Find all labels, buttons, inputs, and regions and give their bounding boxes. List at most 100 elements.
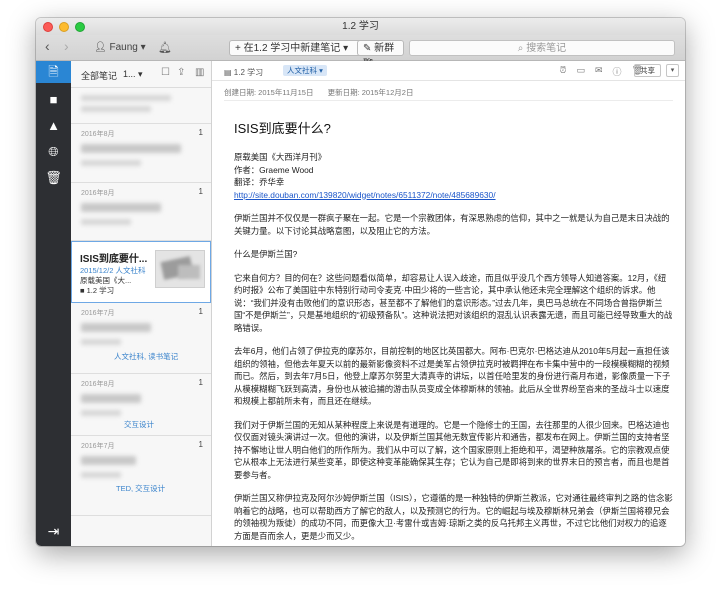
list-item[interactable]: 2016年7月 1 TED, 交互设计 [71, 436, 211, 516]
author-line: 作者：Graeme Wood [234, 164, 314, 175]
close-window-button[interactable] [43, 22, 53, 32]
work-chat-icon[interactable]: ✉ [595, 65, 603, 78]
list-item[interactable]: 2016年8月 1 交互设计 [71, 374, 211, 436]
note-date: 2016年7月 [81, 443, 115, 450]
tag-chip[interactable]: 人文社科 ▾ [283, 65, 327, 76]
notebook-selector[interactable]: ▤ 1.2 学习 [224, 67, 263, 78]
back-button[interactable]: ‹ [45, 39, 50, 55]
share-button[interactable]: 共享 [634, 64, 661, 77]
blurred-title [81, 456, 136, 465]
info-icon[interactable]: ⓘ [613, 65, 622, 78]
lock-icon[interactable]: ☐ [161, 67, 170, 78]
shared-icon[interactable]: 🌐︎ [36, 141, 71, 163]
search-placeholder: 搜索笔记 [526, 43, 567, 54]
note-list: 全部笔记 1... ▾ ☐ ⇪ ▥ 2016年8月 1 2016年8月 1 IS… [71, 61, 212, 546]
notes-filter[interactable]: 全部笔记 [81, 69, 117, 82]
source-link[interactable]: http://site.douban.com/139820/widget/not… [234, 190, 496, 200]
list-item[interactable]: 2016年8月 1 [71, 124, 211, 183]
note-dates: 创建日期: 2015年11月15日 更新日期: 2015年12月2日 [224, 87, 413, 98]
note-tags: 人文社科, 读书笔记 [114, 352, 179, 361]
note-tags: 交互设计 [124, 420, 154, 429]
list-item[interactable]: 2016年7月 1 人文社科, 读书笔记 [71, 303, 211, 374]
note-title: ISIS到底要什... [80, 254, 148, 265]
note-date: 2016年8月 [81, 381, 115, 388]
tag-icon[interactable]: ▲ [36, 115, 71, 137]
note-snippet: 原载美国《大... [80, 276, 132, 285]
window-controls [43, 22, 85, 32]
updated-date: 更新日期: 2015年12月2日 [327, 88, 414, 97]
blurred-text [81, 106, 151, 112]
new-note-button[interactable]: + 在1.2 学习中新建笔记 ▾ [229, 40, 364, 56]
present-icon[interactable]: ▭ [576, 65, 585, 78]
notes-count[interactable]: 1... ▾ [123, 69, 143, 80]
chat-icon: ✎ [363, 43, 372, 54]
note-list-header: 全部笔记 1... ▾ ☐ ⇪ ▥ [71, 61, 211, 88]
paragraph: 我们对于伊斯兰国的无知从某种程度上来说是有道理的。它是一个隐修士的王国，去往那里… [234, 419, 670, 480]
blurred-text [81, 339, 121, 345]
forward-button[interactable]: › [64, 39, 69, 55]
blurred-title [81, 203, 161, 212]
bell-icon[interactable]: 🔔︎ [158, 40, 172, 56]
note-notebook: 1.2 学习 [86, 286, 115, 295]
paragraph: 伊斯兰国又称伊拉克及阿尔沙姆伊斯兰国（ISIS），它遵循的是一种独特的伊斯兰教派… [234, 493, 673, 541]
list-item[interactable] [71, 88, 211, 124]
minimize-window-button[interactable] [59, 22, 69, 32]
note-date: 2016年8月 [81, 190, 115, 197]
created-date: 创建日期: 2015年11月15日 [224, 88, 314, 97]
note-body[interactable]: ISIS到底要什么? 原载美国《大西洋月刊》 作者：Graeme Wood 翻译… [234, 112, 674, 546]
list-item[interactable]: 2016年8月 1 [71, 183, 211, 241]
notes-icon[interactable]: 🗎︎ [36, 61, 71, 83]
trash-icon[interactable]: 🗑︎ [36, 167, 71, 189]
search-icon: ⌕ [517, 43, 524, 54]
paragraph: 伊斯兰国并不仅仅是一群疯子聚在一起。它是一个宗教团体，有深思熟虑的信仰，其中之一… [234, 213, 670, 236]
note-count: 1 [198, 187, 203, 196]
window-title: 1.2 学习 [342, 21, 379, 32]
note-count: 1 [198, 128, 203, 137]
paragraph: 什么是伊斯兰国? [234, 249, 298, 259]
zoom-window-button[interactable] [75, 22, 85, 32]
note-tags: TED, 交互设计 [116, 484, 166, 493]
share-icon[interactable]: ⇪ [177, 67, 185, 78]
title-bar: 1.2 学习 [36, 18, 685, 35]
note-date: 2015/12/2 [80, 266, 114, 275]
list-item-selected[interactable]: ISIS到底要什... 2015/12/2 人文社科 原载美国《大... ■ 1… [71, 241, 211, 303]
toolbar: ‹ › 👤︎ Faung ▾ 🔔︎ + 在1.2 学习中新建笔记 ▾ ✎ 新群聊… [36, 35, 685, 70]
account-name: Faung ▾ [109, 42, 146, 53]
reminder-icon[interactable]: ⏰︎ [559, 65, 566, 78]
note-date: 2016年7月 [81, 310, 115, 317]
note-count: 1 [198, 440, 203, 449]
note-tag: 人文社科 [115, 266, 146, 275]
account-menu[interactable]: 👤︎ Faung ▾ [94, 40, 146, 56]
blurred-title [81, 323, 151, 332]
editor-header: ▤ 1.2 学习 人文社科 ▾ ⏰︎ ▭ ✉ ⓘ 🗑︎ 共享 ▾ [212, 61, 685, 81]
note-heading[interactable]: ISIS到底要什么? [234, 121, 674, 137]
notebook-icon[interactable]: ■ [36, 89, 71, 111]
notebook-name: 1.2 学习 [233, 68, 264, 77]
note-thumbnail [155, 250, 205, 288]
blurred-text [81, 95, 171, 101]
paragraph: 去年6月，他们占领了伊拉克的摩苏尔，目前控制的地区比英国都大。阿布·巴克尔·巴格… [234, 346, 671, 406]
layout-toggle-icon[interactable]: ▥ [195, 67, 204, 78]
editor-actions: ⏰︎ ▭ ✉ ⓘ 🗑︎ [559, 65, 643, 78]
notebook-icon: ■ [80, 286, 85, 295]
app-window: 1.2 学习 ‹ › 👤︎ Faung ▾ 🔔︎ + 在1.2 学习中新建笔记 … [36, 18, 685, 546]
notebook-icon: ▤ [224, 68, 232, 77]
paragraph: 它来自何方？目的何在？这些问题看似简单，却容易让人误入歧途，而且似乎没几个西方领… [234, 272, 673, 333]
note-meta: 2015/12/2 人文社科 原载美国《大... ■ 1.2 学习 [80, 266, 150, 296]
note-count: 1 [198, 378, 203, 387]
search-input[interactable]: ⌕ 搜索笔记 [409, 40, 675, 56]
sync-icon[interactable]: ⇥ [36, 523, 71, 540]
source-line: 原载美国《大西洋月刊》 [234, 152, 327, 162]
share-menu-button[interactable]: ▾ [666, 64, 679, 77]
new-chat-button[interactable]: ✎ 新群聊 [357, 40, 404, 70]
note-count: 1 [198, 307, 203, 316]
note-editor: ▤ 1.2 学习 人文社科 ▾ ⏰︎ ▭ ✉ ⓘ 🗑︎ 共享 ▾ 创建日期: 2… [212, 61, 685, 546]
note-date: 2016年8月 [81, 131, 115, 138]
blurred-title [81, 394, 141, 403]
blurred-text [81, 219, 131, 225]
sidebar: 🗎︎ ■ ▲ 🌐︎ 🗑︎ ⇥ [36, 61, 71, 546]
person-icon: 👤︎ [94, 42, 107, 53]
blurred-text [81, 160, 141, 166]
blurred-text [81, 410, 121, 416]
blurred-title [81, 144, 181, 153]
